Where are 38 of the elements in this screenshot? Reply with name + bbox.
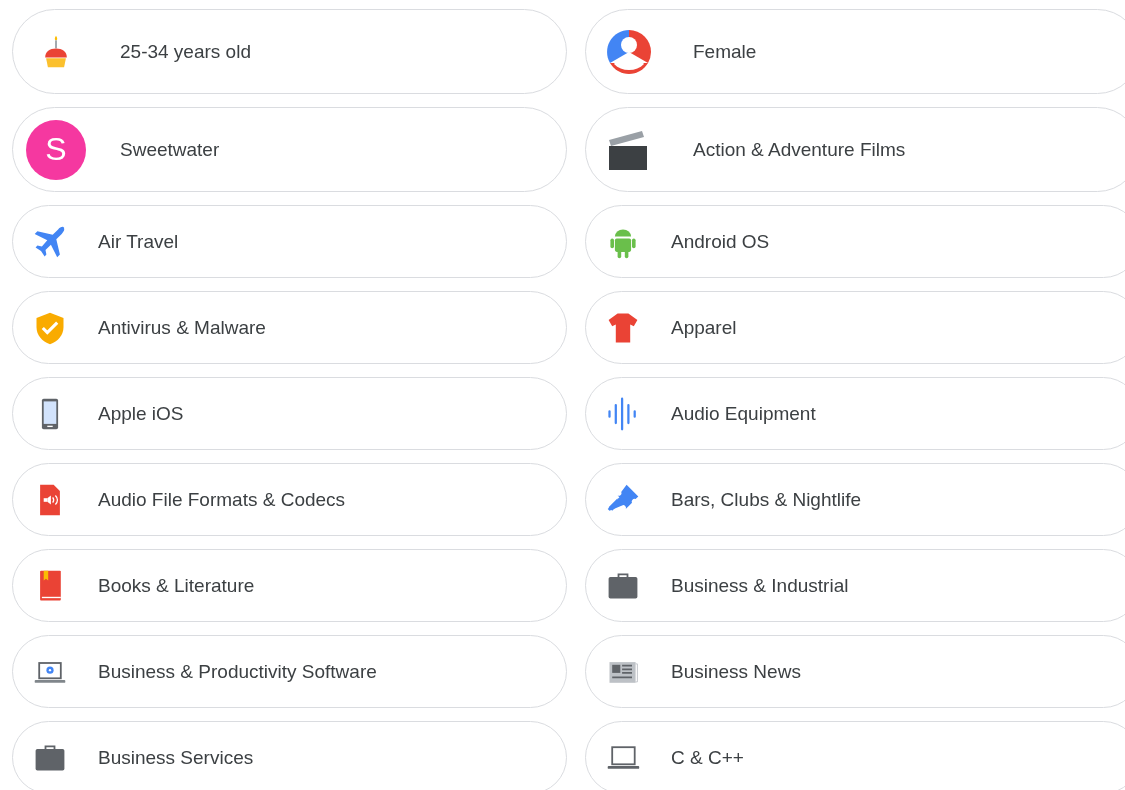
interest-chip[interactable]: Audio Equipment: [585, 377, 1125, 450]
interest-chip[interactable]: Business Services: [12, 721, 567, 790]
interest-chip[interactable]: Audio File Formats & Codecs: [12, 463, 567, 536]
interest-chip[interactable]: Business News: [585, 635, 1125, 708]
interest-chip[interactable]: Bars, Clubs & Nightlife: [585, 463, 1125, 536]
interest-chip[interactable]: Apparel: [585, 291, 1125, 364]
chip-label: 25-34 years old: [120, 40, 251, 63]
chip-label: Books & Literature: [98, 574, 255, 597]
interest-chip[interactable]: Android OS: [585, 205, 1125, 278]
interest-chip[interactable]: Female: [585, 9, 1125, 94]
chip-label: Air Travel: [98, 230, 179, 253]
chip-label: C & C++: [671, 746, 744, 769]
interest-chip[interactable]: Antivirus & Malware: [12, 291, 567, 364]
interest-chip[interactable]: C & C++: [585, 721, 1125, 790]
avatar: S: [26, 119, 86, 180]
chip-label: Business & Industrial: [671, 574, 849, 597]
interest-chip[interactable]: Books & Literature: [12, 549, 567, 622]
interest-chip[interactable]: 25-34 years old: [12, 9, 567, 94]
chip-label: Audio Equipment: [671, 402, 816, 425]
interest-chip[interactable]: Apple iOS: [12, 377, 567, 450]
chip-label: Android OS: [671, 230, 770, 253]
chip-label: Action & Adventure Films: [693, 138, 906, 161]
interest-chip[interactable]: Business & Productivity Software: [12, 635, 567, 708]
chip-label: Antivirus & Malware: [98, 316, 266, 339]
chip-label: Business & Productivity Software: [98, 660, 377, 683]
interest-chip[interactable]: Business & Industrial: [585, 549, 1125, 622]
person-icon: [605, 27, 653, 76]
chip-label: Audio File Formats & Codecs: [98, 488, 346, 511]
chip-label: Bars, Clubs & Nightlife: [671, 488, 862, 511]
chip-label: Apple iOS: [98, 402, 184, 425]
interest-chip[interactable]: Action & Adventure Films: [585, 107, 1125, 192]
interest-chip[interactable]: Air Travel: [12, 205, 567, 278]
interest-chip[interactable]: S Sweetwater: [12, 107, 567, 192]
chip-label: Female: [693, 40, 757, 63]
chip-label: Business Services: [98, 746, 254, 769]
chip-label: Sweetwater: [120, 138, 220, 161]
chip-label: Apparel: [671, 316, 737, 339]
chip-label: Business News: [671, 660, 801, 683]
